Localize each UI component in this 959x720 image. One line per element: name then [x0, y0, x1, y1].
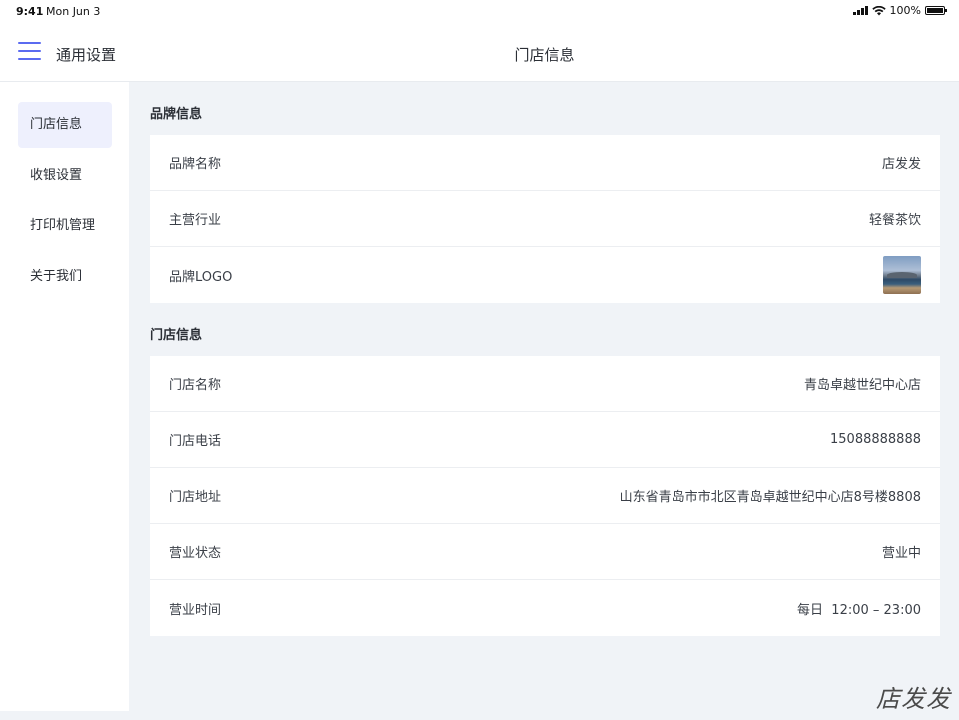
row-label: 营业状态 [169, 546, 222, 561]
status-bar: 9:41 Mon Jun 3 100% [0, 0, 959, 22]
row-label: 品牌名称 [169, 157, 222, 172]
page-title: 门店信息 [514, 46, 575, 64]
business-status-row[interactable]: 营业状态 营业中 [150, 524, 940, 580]
sidebar-item-label: 关于我们 [30, 269, 83, 284]
sidebar-item-store-info[interactable]: 门店信息 [18, 102, 112, 148]
sidebar-item-label: 收银设置 [30, 168, 83, 183]
row-label: 营业时间 [169, 602, 222, 618]
row-value: 山东省青岛市市北区青岛卓越世纪中心店8号楼8808 [619, 490, 921, 505]
row-value: 每日 12:00 – 23:00 [797, 602, 921, 618]
row-value: 营业中 [881, 546, 921, 561]
status-time: 9:41 [16, 5, 44, 18]
row-value: 青岛卓越世纪中心店 [803, 378, 921, 393]
brand-logo-row[interactable]: 品牌LOGO [150, 247, 940, 303]
sidebar-item-printer-management[interactable]: 打印机管理 [18, 203, 112, 249]
signal-icon [852, 6, 868, 15]
row-value: 轻餐茶饮 [868, 213, 921, 228]
store-info-card: 门店名称 青岛卓越世纪中心店 门店电话 15088888888 门店地址 山东省… [150, 356, 940, 636]
brand-section-title: 品牌信息 [150, 107, 203, 122]
wifi-icon [871, 5, 886, 15]
watermark: 店发发 [876, 685, 951, 713]
status-date: Mon Jun 3 [46, 5, 101, 18]
row-label: 主营行业 [169, 213, 222, 228]
row-value: 15088888888 [830, 432, 921, 447]
sidebar: 门店信息 收银设置 打印机管理 关于我们 [0, 82, 129, 711]
brand-info-card: 品牌名称 店发发 主营行业 轻餐茶饮 品牌LOGO [150, 135, 940, 303]
store-address-row[interactable]: 门店地址 山东省青岛市市北区青岛卓越世纪中心店8号楼8808 [150, 468, 940, 524]
store-section-title: 门店信息 [150, 328, 203, 343]
store-name-row[interactable]: 门店名称 青岛卓越世纪中心店 [150, 356, 940, 412]
sidebar-item-about-us[interactable]: 关于我们 [18, 254, 112, 300]
brand-logo-image[interactable] [883, 256, 921, 294]
battery-percent: 100% [889, 4, 921, 17]
status-indicators: 100% [852, 4, 947, 17]
store-phone-row[interactable]: 门店电话 15088888888 [150, 412, 940, 468]
row-label: 门店名称 [169, 378, 222, 393]
battery-icon [925, 6, 947, 15]
row-label: 门店地址 [169, 490, 222, 505]
brand-name-row[interactable]: 品牌名称 店发发 [150, 135, 940, 191]
nav-bar: 通用设置 门店信息 [0, 22, 959, 82]
row-label: 门店电话 [169, 434, 222, 449]
business-hours-row[interactable]: 营业时间 每日 12:00 – 23:00 [150, 580, 940, 636]
sidebar-item-label: 打印机管理 [30, 218, 96, 233]
row-value: 店发发 [881, 157, 921, 172]
sidebar-item-cashier-settings[interactable]: 收银设置 [18, 153, 112, 199]
row-label: 品牌LOGO [169, 269, 233, 285]
sidebar-item-label: 门店信息 [30, 117, 83, 132]
industry-row[interactable]: 主营行业 轻餐茶饮 [150, 191, 940, 247]
